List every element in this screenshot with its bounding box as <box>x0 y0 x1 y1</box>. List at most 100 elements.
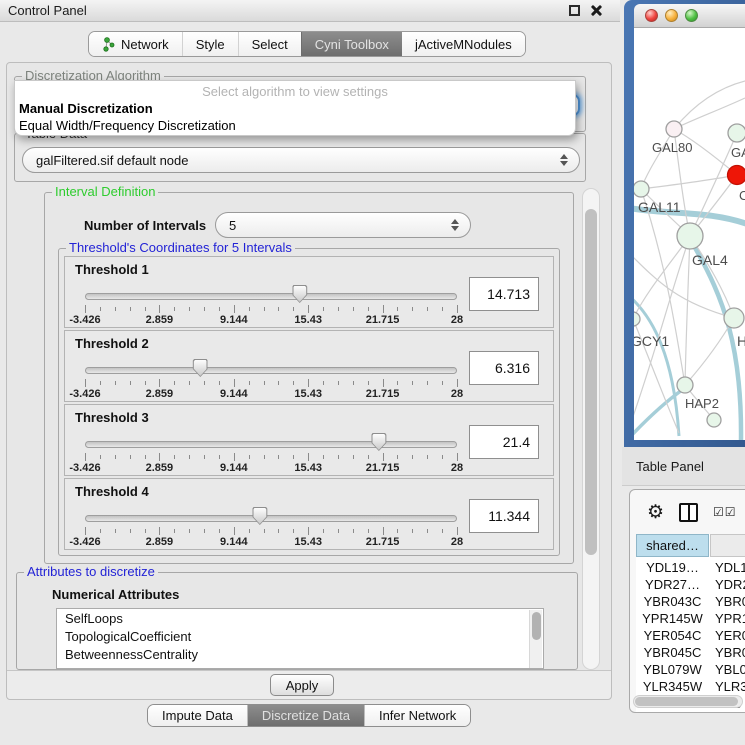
apply-button[interactable]: Apply <box>270 674 334 696</box>
table-row[interactable]: YDR27…YDR2 <box>636 577 745 594</box>
slider-tick-labels: -3.4262.8599.14415.4321.71528 <box>85 388 457 400</box>
slider-handle[interactable] <box>292 285 307 303</box>
threshold-1-value[interactable]: 14.713 <box>469 277 539 311</box>
column-header-shared-name[interactable]: shared… <box>636 534 709 557</box>
list-scrollbar[interactable] <box>529 610 542 668</box>
node-right-h[interactable] <box>724 308 744 328</box>
table-row[interactable]: YBL079WYBL0 <box>636 662 745 679</box>
dropdown-item-equal-width-frequency[interactable]: Equal Width/Frequency Discretization <box>18 118 572 133</box>
numerical-attributes-list: SelfLoops TopologicalCoefficient Between… <box>56 608 544 669</box>
threshold-3-value[interactable]: 21.4 <box>469 425 539 459</box>
node-hap2[interactable] <box>677 377 693 393</box>
control-panel-tabbar: Network Style Select Cyni Toolbox jActiv… <box>88 31 526 57</box>
node-label-gcy1: GCY1 <box>634 333 669 349</box>
slider-ticks <box>85 527 457 535</box>
zoom-traffic-light-icon[interactable] <box>685 9 698 22</box>
node-labels: GAL80 GA C GAL11 GAL4 GCY1 H HAP2 <box>634 140 745 411</box>
list-item[interactable]: SelfLoops <box>57 609 543 627</box>
threshold-3-label: Threshold 3 <box>75 410 149 425</box>
list-scrollbar-thumb[interactable] <box>532 612 541 640</box>
number-of-intervals-spinner[interactable]: 5 <box>215 212 471 238</box>
select-columns-icon[interactable]: ☑☑ <box>713 505 737 519</box>
table-row[interactable]: YPR145WYPR1 <box>636 611 745 628</box>
node-label-partial-h: H <box>737 333 745 349</box>
list-item[interactable]: TopologicalCoefficient <box>57 627 543 645</box>
threshold-4-label: Threshold 4 <box>75 484 149 499</box>
table-row[interactable]: YDL19…YDL1 <box>636 560 745 577</box>
tab-network[interactable]: Network <box>89 32 182 56</box>
node-gcy1[interactable] <box>634 312 640 326</box>
threshold-4-panel: Threshold 4 -3.4262.8599.14415.4321.7152… <box>64 478 554 550</box>
node-top-right[interactable] <box>728 124 745 142</box>
threshold-1-label: Threshold 1 <box>75 262 149 277</box>
split-view-icon[interactable] <box>679 503 698 522</box>
slider-ticks <box>85 305 457 313</box>
settings-scrollbar-thumb[interactable] <box>585 209 597 555</box>
close-traffic-light-icon[interactable] <box>645 9 658 22</box>
attributes-group-title: Attributes to discretize <box>24 565 158 578</box>
node-red[interactable] <box>728 166 745 185</box>
network-view-window: GAL80 GA C GAL11 GAL4 GCY1 H HAP2 <box>624 0 745 447</box>
network-window-titlebar <box>634 4 745 28</box>
table-row[interactable]: YBR045CYBR0 <box>636 645 745 662</box>
table-row[interactable]: YLR345WYLR3 <box>636 679 745 696</box>
close-icon[interactable] <box>590 4 602 16</box>
tab-impute-data[interactable]: Impute Data <box>148 705 247 726</box>
slider-track[interactable] <box>85 515 457 522</box>
node-table: shared… n YDL19…YDL1 YDR27…YDR2 YBR043CY… <box>636 534 745 712</box>
table-row[interactable]: YBR043CYBR0 <box>636 594 745 611</box>
dropdown-prompt: Select algorithm to view settings <box>15 84 575 99</box>
threshold-2-label: Threshold 2 <box>75 336 149 351</box>
network-icon <box>102 37 115 52</box>
threshold-2-slider: -3.4262.8599.14415.4321.71528 <box>85 359 457 399</box>
tab-jactivemnodules[interactable]: jActiveMNodules <box>402 32 525 56</box>
node-label-gal4: GAL4 <box>692 252 728 268</box>
threshold-4-value[interactable]: 11.344 <box>469 499 539 533</box>
float-window-icon[interactable] <box>569 5 580 16</box>
table-row[interactable]: YER054CYER0 <box>636 628 745 645</box>
threshold-1-slider: -3.4262.8599.14415.4321.71528 <box>85 285 457 325</box>
minimize-traffic-light-icon[interactable] <box>665 9 678 22</box>
node-label-hap2: HAP2 <box>685 396 719 411</box>
tab-discretize-data[interactable]: Discretize Data <box>247 705 364 726</box>
tab-cyni-toolbox[interactable]: Cyni Toolbox <box>301 32 402 56</box>
dropdown-item-manual-discretization[interactable]: Manual Discretization <box>18 101 572 116</box>
number-of-intervals-label: Number of Intervals <box>84 218 206 233</box>
table-horizontal-scrollbar[interactable] <box>633 695 743 708</box>
table-data-select[interactable]: galFiltered.sif default node <box>22 147 580 173</box>
node-gal80[interactable] <box>666 121 682 137</box>
numerical-attributes-label: Numerical Attributes <box>52 587 179 602</box>
slider-handle[interactable] <box>252 507 267 525</box>
slider-handle[interactable] <box>371 433 386 451</box>
node-gal11[interactable] <box>634 181 649 197</box>
control-panel-titlebar: Control Panel <box>0 0 620 22</box>
node-label-partial-c: C <box>739 188 745 203</box>
table-scrollbar-thumb[interactable] <box>635 697 738 706</box>
tab-infer-network[interactable]: Infer Network <box>364 705 470 726</box>
node-label-gal80: GAL80 <box>652 140 692 155</box>
slider-ticks <box>85 453 457 461</box>
settings-scrollbar[interactable] <box>582 188 600 670</box>
tab-style[interactable]: Style <box>182 32 238 56</box>
table-panel: ⚙ ☑☑ shared… n YDL19…YDL1 YDR27…YDR2 YBR… <box>629 489 745 713</box>
algorithm-dropdown: Select algorithm to view settings Manual… <box>14 80 576 136</box>
table-panel-titlebar: Table Panel <box>622 447 745 486</box>
table-panel-title: Table Panel <box>636 459 704 474</box>
slider-track[interactable] <box>85 293 457 300</box>
table-panel-toolbar: ⚙ ☑☑ <box>630 490 745 534</box>
slider-tick-labels: -3.4262.8599.14415.4321.71528 <box>85 314 457 326</box>
gear-icon[interactable]: ⚙ <box>647 503 664 522</box>
slider-track[interactable] <box>85 367 457 374</box>
slider-handle[interactable] <box>193 359 208 377</box>
node-bottom-partial[interactable] <box>707 413 721 427</box>
network-canvas[interactable]: GAL80 GA C GAL11 GAL4 GCY1 H HAP2 <box>634 28 745 440</box>
spinner-arrows-icon <box>451 219 460 231</box>
threshold-2-value[interactable]: 6.316 <box>469 351 539 385</box>
tab-select[interactable]: Select <box>238 32 301 56</box>
list-item[interactable]: BetweennessCentrality <box>57 645 543 663</box>
slider-tick-labels: -3.4262.8599.14415.4321.71528 <box>85 536 457 548</box>
slider-tick-labels: -3.4262.8599.14415.4321.71528 <box>85 462 457 474</box>
node-gal4[interactable] <box>677 223 703 249</box>
slider-track[interactable] <box>85 441 457 448</box>
column-header-name[interactable]: n <box>710 534 745 557</box>
